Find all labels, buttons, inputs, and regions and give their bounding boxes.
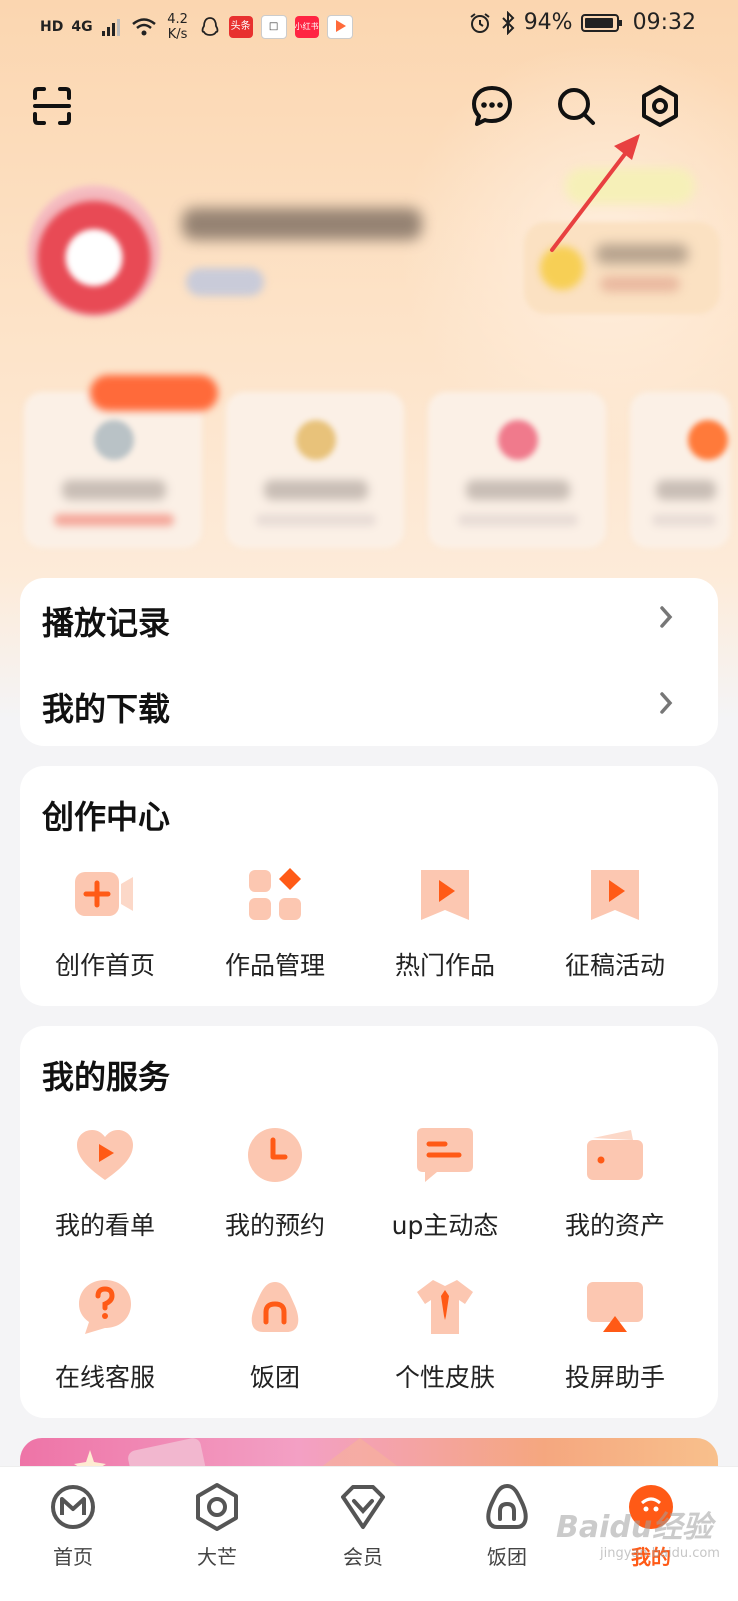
call-for-submissions-item[interactable]: 征稿活动 [530, 864, 700, 982]
home-m-icon [51, 1485, 95, 1529]
cast-screen-icon [587, 1282, 643, 1332]
annotation-arrow [550, 134, 640, 252]
my-downloads-row[interactable]: 我的下载 [42, 684, 676, 730]
history-card: 播放记录 我的下载 [20, 578, 718, 746]
my-services-title: 我的服务 [42, 1058, 171, 1096]
quick-card[interactable] [226, 392, 404, 548]
up-updates-item[interactable]: up主动态 [360, 1124, 530, 1242]
rice-ball-tab-icon [486, 1483, 528, 1529]
my-assets-item[interactable]: 我的资产 [530, 1124, 700, 1242]
shirt-icon [417, 1280, 473, 1334]
quick-card[interactable] [428, 392, 606, 548]
video-camera-plus-icon [75, 872, 133, 916]
tab-home[interactable]: 首页 [28, 1481, 118, 1570]
cast-assistant-item[interactable]: 投屏助手 [530, 1276, 700, 1394]
rice-ball-icon [251, 1282, 299, 1332]
chevron-right-icon [660, 606, 673, 628]
online-support-item[interactable]: 在线客服 [20, 1276, 190, 1394]
tab-vip[interactable]: 会员 [318, 1481, 408, 1570]
my-reservations-item[interactable]: 我的预约 [190, 1124, 360, 1242]
quick-card[interactable] [24, 392, 202, 548]
chevron-right-icon [660, 692, 673, 714]
play-bookmark-icon [591, 870, 639, 920]
hot-badge [90, 375, 218, 411]
creation-home-item[interactable]: 创作首页 [20, 864, 190, 982]
big-mango-icon [196, 1483, 238, 1531]
play-bookmark-icon [421, 870, 469, 920]
heart-play-icon [77, 1130, 133, 1180]
watermark-url: jingyan.baidu.com [600, 1546, 720, 1561]
play-history-label: 播放记录 [42, 604, 171, 642]
chat-bubble-icon [417, 1128, 473, 1182]
wallet-icon [587, 1130, 643, 1180]
play-history-row[interactable]: 播放记录 [42, 598, 676, 644]
my-downloads-label: 我的下载 [42, 690, 171, 728]
quick-card[interactable] [630, 392, 730, 548]
creation-center-card: 创作中心 创作首页 作品管理 热门作品 征稿活动 [20, 766, 718, 1006]
help-bubble-icon [79, 1280, 131, 1334]
my-services-card: 我的服务 我的看单 我的预约 up主动态 我的资产 在线客服 饭团 个性皮肤 投… [20, 1026, 718, 1418]
vip-diamond-icon [341, 1485, 385, 1529]
my-watchlist-item[interactable]: 我的看单 [20, 1124, 190, 1242]
clock-icon [248, 1128, 302, 1182]
watermark: Baidu经验 [556, 1510, 713, 1545]
tab-damang[interactable]: 大芒 [172, 1481, 262, 1570]
personal-skin-item[interactable]: 个性皮肤 [360, 1276, 530, 1394]
fantuan-item[interactable]: 饭团 [190, 1276, 360, 1394]
creation-center-title: 创作中心 [42, 798, 171, 836]
tab-fantuan[interactable]: 饭团 [462, 1481, 552, 1570]
works-management-item[interactable]: 作品管理 [190, 864, 360, 982]
hot-works-item[interactable]: 热门作品 [360, 864, 530, 982]
grid-icon [249, 868, 301, 920]
